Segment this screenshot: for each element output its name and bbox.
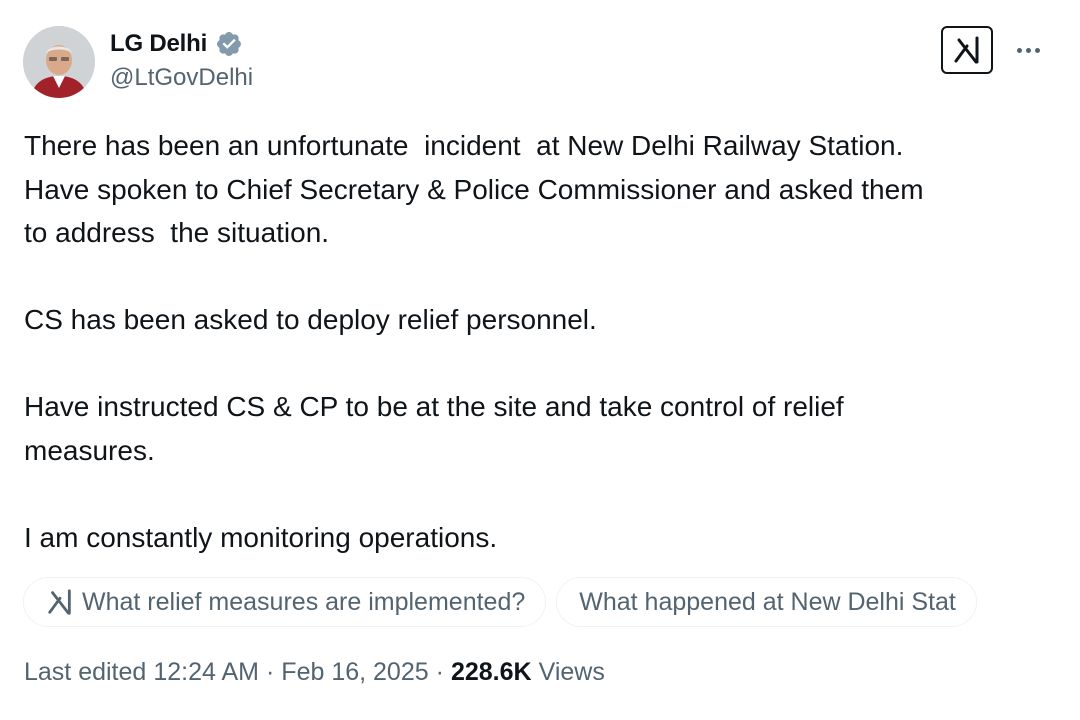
tweet-time[interactable]: 12:24 AM: [153, 658, 259, 687]
views-label: Views: [538, 658, 605, 686]
tweet-text: There has been an unfortunate incident a…: [24, 124, 1054, 559]
grok-suggestions: What relief measures are implemented? Wh…: [23, 577, 1043, 629]
grok-icon: [46, 588, 74, 616]
separator: ·: [435, 658, 444, 686]
chip-label: What happened at New Delhi Stat: [579, 587, 956, 616]
grok-suggestion-chip[interactable]: What relief measures are implemented?: [23, 577, 547, 627]
tweet-date[interactable]: Feb 16, 2025: [281, 658, 428, 687]
verified-badge-icon[interactable]: [215, 30, 243, 58]
more-options-icon: [1016, 47, 1022, 53]
edited-label[interactable]: Last edited: [24, 658, 146, 687]
chips-fade: [983, 577, 1043, 629]
author-name-row: LG Delhi: [110, 28, 243, 60]
tweet-paragraph: I am constantly monitoring operations.: [24, 521, 498, 553]
grok-icon: [954, 36, 979, 64]
grok-button[interactable]: [941, 26, 993, 74]
tweet-paragraph: CS has been asked to deploy relief perso…: [24, 304, 597, 335]
separator: ·: [265, 658, 275, 686]
avatar-image: [23, 26, 95, 98]
tweet-meta: Last edited 12:24 AM · Feb 16, 2025 · 22…: [24, 658, 605, 687]
views-count[interactable]: 228.6K: [451, 658, 532, 687]
author-handle[interactable]: @LtGovDelhi: [110, 64, 253, 92]
avatar[interactable]: [23, 26, 95, 98]
more-options-dot: [1025, 47, 1031, 53]
chip-label: What relief measures are implemented?: [82, 587, 526, 616]
tweet-paragraph: There has been an unfortunate incident a…: [24, 130, 924, 248]
grok-suggestion-chip[interactable]: What happened at New Delhi Stat: [556, 577, 977, 627]
more-options-button[interactable]: [1008, 30, 1048, 70]
more-options-dot: [1034, 47, 1040, 53]
tweet-card: LG Delhi @LtGovDelhi There has been an u…: [0, 0, 1080, 720]
tweet-paragraph: Have instructed CS & CP to be at the sit…: [24, 391, 844, 466]
display-name[interactable]: LG Delhi: [110, 30, 207, 58]
